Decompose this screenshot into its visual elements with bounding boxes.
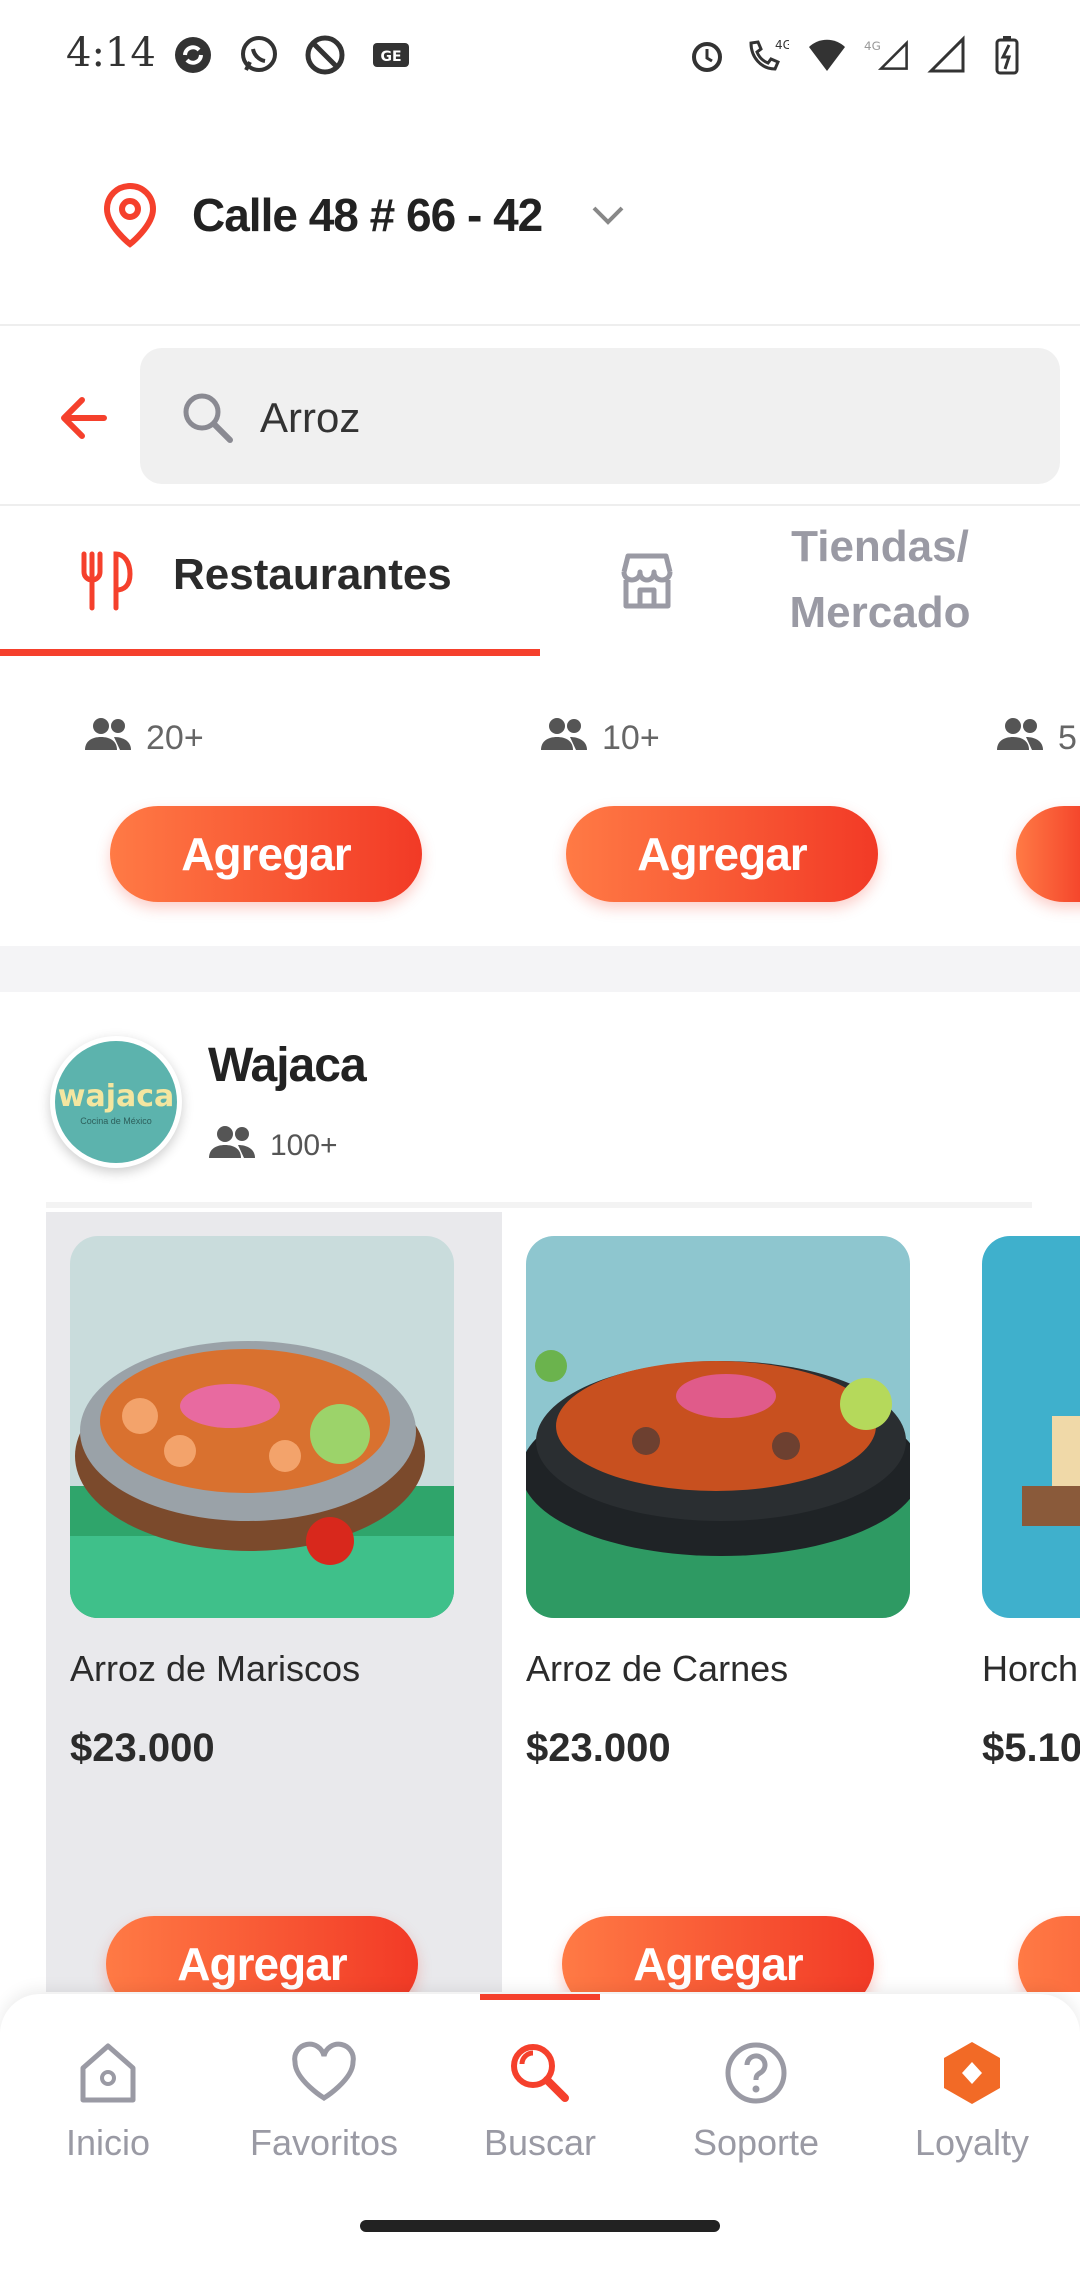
wifi-icon <box>804 32 850 78</box>
product-name: Arroz de Carnes <box>526 1648 789 1689</box>
nav-item-loyalty[interactable]: Loyalty <box>864 2028 1080 2178</box>
address-label: Calle 48 # 66 - 42 <box>192 189 543 241</box>
signal-4g-icon: 4G <box>864 32 910 78</box>
ge-app-icon: GE <box>368 32 414 78</box>
restaurant-name: Wajaca <box>208 1039 367 1092</box>
chevron-down-icon <box>590 200 626 230</box>
product-card[interactable]: Arroz de Mariscos $23.000 Agregar <box>46 1212 502 1992</box>
nav-item-buscar[interactable]: Buscar <box>432 2028 648 2178</box>
product-image <box>526 1236 910 1618</box>
home-indicator[interactable] <box>360 2220 720 2232</box>
sync-app-icon <box>170 32 216 78</box>
svg-text:GE: GE <box>380 49 401 65</box>
cutlery-icon <box>76 550 138 612</box>
orders-count: 10+ <box>540 716 660 761</box>
people-icon <box>540 716 588 761</box>
product-card: 10+ Agregar <box>522 656 922 946</box>
add-to-cart-button[interactable] <box>1018 1916 1080 1992</box>
previous-restaurant-products: 20+ Agregar 10+ Agregar 5 <box>0 656 1080 946</box>
product-card: 5 <box>978 656 1080 946</box>
notification-icons: GE <box>170 32 414 78</box>
blocked-app-icon <box>302 32 348 78</box>
add-to-cart-button[interactable]: Agregar <box>106 1916 418 1992</box>
product-card[interactable]: Horch $5.10 <box>958 1212 1080 1992</box>
product-carousel: Arroz de Mariscos $23.000 Agregar Arroz … <box>0 1212 1080 1992</box>
status-time: 4:14 <box>66 30 156 76</box>
search-query: Arroz <box>260 394 361 441</box>
nav-item-favoritos[interactable]: Favoritos <box>216 2028 432 2178</box>
people-icon <box>208 1124 256 1168</box>
nav-label: Soporte <box>692 2122 820 2163</box>
svg-text:4G: 4G <box>775 38 789 52</box>
nav-label: Inicio <box>65 2122 151 2163</box>
store-icon <box>616 550 678 612</box>
product-price: $23.000 <box>70 1726 215 1770</box>
tab-label: Tiendas/ Mercado <box>789 522 971 637</box>
section-separator <box>0 946 1080 992</box>
people-icon <box>996 716 1044 761</box>
battery-charging-icon <box>984 32 1030 78</box>
tab-tiendas-mercado[interactable]: Tiendas/ Mercado <box>540 506 1080 656</box>
product-card: 20+ Agregar <box>66 656 466 946</box>
search-bar-row: Arroz <box>0 330 1080 506</box>
nav-item-soporte[interactable]: Soporte <box>648 2028 864 2178</box>
tab-label: Restaurantes <box>173 550 452 599</box>
product-image <box>70 1236 454 1618</box>
whatsapp-icon <box>236 32 282 78</box>
back-arrow-icon[interactable] <box>56 390 112 446</box>
nav-item-inicio[interactable]: Inicio <box>0 2028 216 2178</box>
search-input[interactable]: Arroz <box>140 348 1060 484</box>
orders-count: 20+ <box>84 716 204 761</box>
product-image <box>982 1236 1080 1618</box>
add-to-cart-button[interactable]: Agregar <box>110 806 422 902</box>
product-name: Arroz de Mariscos <box>70 1648 361 1689</box>
restaurant-logo: wajaca Cocina de México <box>50 1036 182 1168</box>
nav-label: Buscar <box>483 2122 597 2163</box>
tab-restaurantes[interactable]: Restaurantes <box>0 506 540 656</box>
nav-label: Favoritos <box>249 2122 399 2163</box>
address-selector[interactable]: Calle 48 # 66 - 42 <box>0 150 1080 326</box>
status-bar: 4:14 GE 4G 4G <box>0 0 1080 110</box>
volte-call-icon: 4G <box>744 32 790 78</box>
active-tab-indicator <box>480 1994 600 2000</box>
loyalty-icon <box>944 2042 1000 2104</box>
system-icons: 4G 4G <box>684 32 1030 78</box>
orders-count: 5 <box>996 716 1077 761</box>
people-icon <box>84 716 132 761</box>
category-tabs: Restaurantes Tiendas/ Mercado <box>0 506 1080 656</box>
product-name: Horch <box>982 1648 1079 1689</box>
search-icon <box>511 2044 569 2102</box>
heart-icon <box>292 2041 356 2101</box>
divider <box>46 1202 1032 1208</box>
nav-label: Loyalty <box>914 2122 1030 2163</box>
svg-text:4G: 4G <box>864 39 881 53</box>
search-icon <box>178 388 236 446</box>
add-to-cart-button[interactable]: Agregar <box>562 1916 874 1992</box>
restaurant-header[interactable]: wajaca Cocina de México Wajaca 100+ <box>0 992 1080 1202</box>
orders-count: 100+ <box>208 1124 338 1168</box>
add-to-cart-button[interactable] <box>1016 806 1080 902</box>
home-icon <box>80 2043 136 2103</box>
add-to-cart-button[interactable]: Agregar <box>566 806 878 902</box>
product-card[interactable]: Arroz de Carnes $23.000 Agregar <box>502 1212 958 1992</box>
signal-icon <box>924 32 970 78</box>
location-pin-icon <box>102 182 158 248</box>
product-price: $23.000 <box>526 1726 671 1770</box>
help-icon <box>725 2042 787 2104</box>
alarm-icon <box>684 32 730 78</box>
product-price: $5.10 <box>982 1726 1080 1770</box>
